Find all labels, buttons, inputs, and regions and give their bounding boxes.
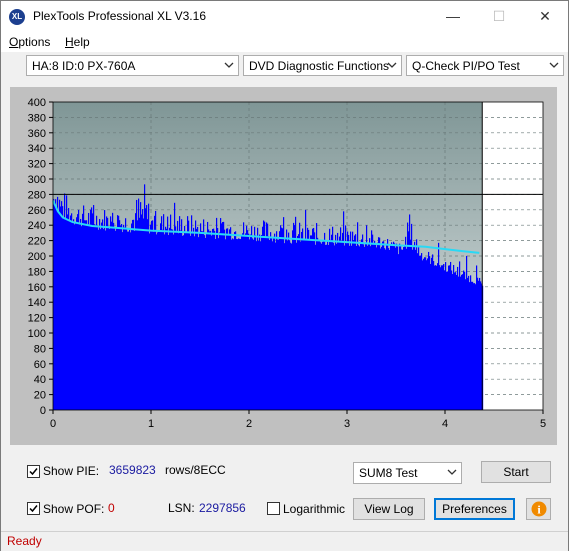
- status-text: Ready: [7, 534, 42, 548]
- menu-options-mnemonic: O: [9, 35, 19, 49]
- x-tick-label: 5: [540, 418, 546, 430]
- start-button[interactable]: Start: [481, 461, 551, 483]
- title-bar: XL PlexTools Professional XL V3.16 — ☐ ✕: [1, 1, 568, 32]
- app-logo-icon: XL: [9, 9, 25, 25]
- y-tick-label: 160: [28, 282, 46, 294]
- drive-select-value: HA:8 ID:0 PX-760A: [32, 59, 136, 73]
- y-tick-label: 100: [28, 328, 46, 340]
- preferences-button[interactable]: Preferences: [434, 498, 515, 520]
- lsn-value: 2297856: [199, 501, 246, 515]
- logarithmic-checkbox[interactable]: [267, 502, 280, 515]
- bottom-panel: Show PIE: 3659823 rows/8ECC SUM8 Test St…: [1, 451, 568, 531]
- y-tick-label: 80: [34, 343, 46, 355]
- show-pie-label: Show PIE:: [43, 464, 100, 478]
- y-tick-label: 320: [28, 159, 46, 171]
- close-button[interactable]: ✕: [522, 1, 568, 32]
- show-pie-checkbox[interactable]: [27, 465, 40, 478]
- lsn-label: LSN:: [168, 501, 195, 515]
- sum-test-select[interactable]: SUM8 Test: [353, 462, 462, 484]
- chevron-down-icon: [387, 62, 397, 68]
- status-bar: Ready: [1, 531, 568, 551]
- menu-bar: Options Help: [1, 32, 568, 52]
- pof-value: 0: [108, 501, 115, 515]
- view-log-button[interactable]: View Log: [353, 498, 425, 520]
- x-tick-label: 0: [50, 418, 56, 430]
- y-tick-label: 240: [28, 220, 46, 232]
- x-tick-label: 3: [344, 418, 350, 430]
- minimize-button[interactable]: —: [430, 1, 476, 32]
- checkmark-icon: [29, 505, 38, 513]
- y-tick-label: 280: [28, 189, 46, 201]
- y-tick-label: 200: [28, 251, 46, 263]
- y-tick-label: 40: [34, 374, 46, 386]
- menu-options-rest: ptions: [18, 35, 51, 49]
- toolbar: HA:8 ID:0 PX-760A DVD Diagnostic Functio…: [1, 52, 568, 86]
- chevron-down-icon: [549, 62, 559, 68]
- show-pof-checkbox[interactable]: [27, 502, 40, 515]
- y-axis-ticks: 0 20 40 60 80 100 120 140 160 180 200 220 240 260 280 3…: [28, 97, 53, 417]
- y-tick-label: 60: [34, 359, 46, 371]
- y-tick-label: 20: [34, 390, 46, 402]
- y-tick-label: 360: [28, 128, 46, 140]
- maximize-button[interactable]: ☐: [476, 1, 522, 32]
- test-select[interactable]: Q-Check PI/PO Test: [406, 55, 564, 76]
- x-tick-label: 1: [148, 418, 154, 430]
- x-tick-label: 4: [442, 418, 448, 430]
- pi-chart: 0 20 40 60 80 100 120 140 160 180 200 220 240 260 280 3…: [10, 87, 557, 445]
- y-tick-label: 260: [28, 205, 46, 217]
- rows-unit-label: rows/8ECC: [165, 463, 226, 477]
- function-select[interactable]: DVD Diagnostic Functions: [243, 55, 402, 76]
- main-window: XL PlexTools Professional XL V3.16 — ☐ ✕…: [0, 0, 569, 551]
- logarithmic-label: Logarithmic: [283, 502, 346, 516]
- x-axis-ticks: 0 1 2 3 4 5: [50, 410, 546, 430]
- info-icon: i: [531, 501, 546, 517]
- menu-help-mnemonic: H: [65, 35, 74, 49]
- y-tick-label: 120: [28, 313, 46, 325]
- sum-test-value: SUM8 Test: [359, 466, 418, 480]
- y-tick-label: 180: [28, 266, 46, 278]
- menu-options[interactable]: Options: [9, 35, 50, 49]
- x-tick-label: 2: [246, 418, 252, 430]
- menu-help-rest: elp: [73, 35, 90, 49]
- y-tick-label: 140: [28, 297, 46, 309]
- show-pof-label: Show POF:: [43, 502, 105, 516]
- checkmark-icon: [29, 468, 38, 476]
- chevron-down-icon: [224, 62, 234, 68]
- y-tick-label: 300: [28, 174, 46, 186]
- y-tick-label: 340: [28, 143, 46, 155]
- drive-select[interactable]: HA:8 ID:0 PX-760A: [26, 55, 239, 76]
- test-select-value: Q-Check PI/PO Test: [412, 59, 520, 73]
- chevron-down-icon: [447, 469, 457, 475]
- info-button[interactable]: i: [526, 498, 551, 520]
- window-title: PlexTools Professional XL V3.16: [33, 9, 206, 23]
- menu-help[interactable]: Help: [65, 35, 90, 49]
- y-tick-label: 400: [28, 97, 46, 109]
- pie-total-value: 3659823: [109, 463, 156, 477]
- y-tick-label: 380: [28, 112, 46, 124]
- pi-chart-svg: 0204060801001201401601802002202402602803…: [28, 97, 546, 430]
- y-tick-label: 0: [40, 405, 46, 417]
- y-tick-label: 220: [28, 236, 46, 248]
- function-select-value: DVD Diagnostic Functions: [249, 59, 390, 73]
